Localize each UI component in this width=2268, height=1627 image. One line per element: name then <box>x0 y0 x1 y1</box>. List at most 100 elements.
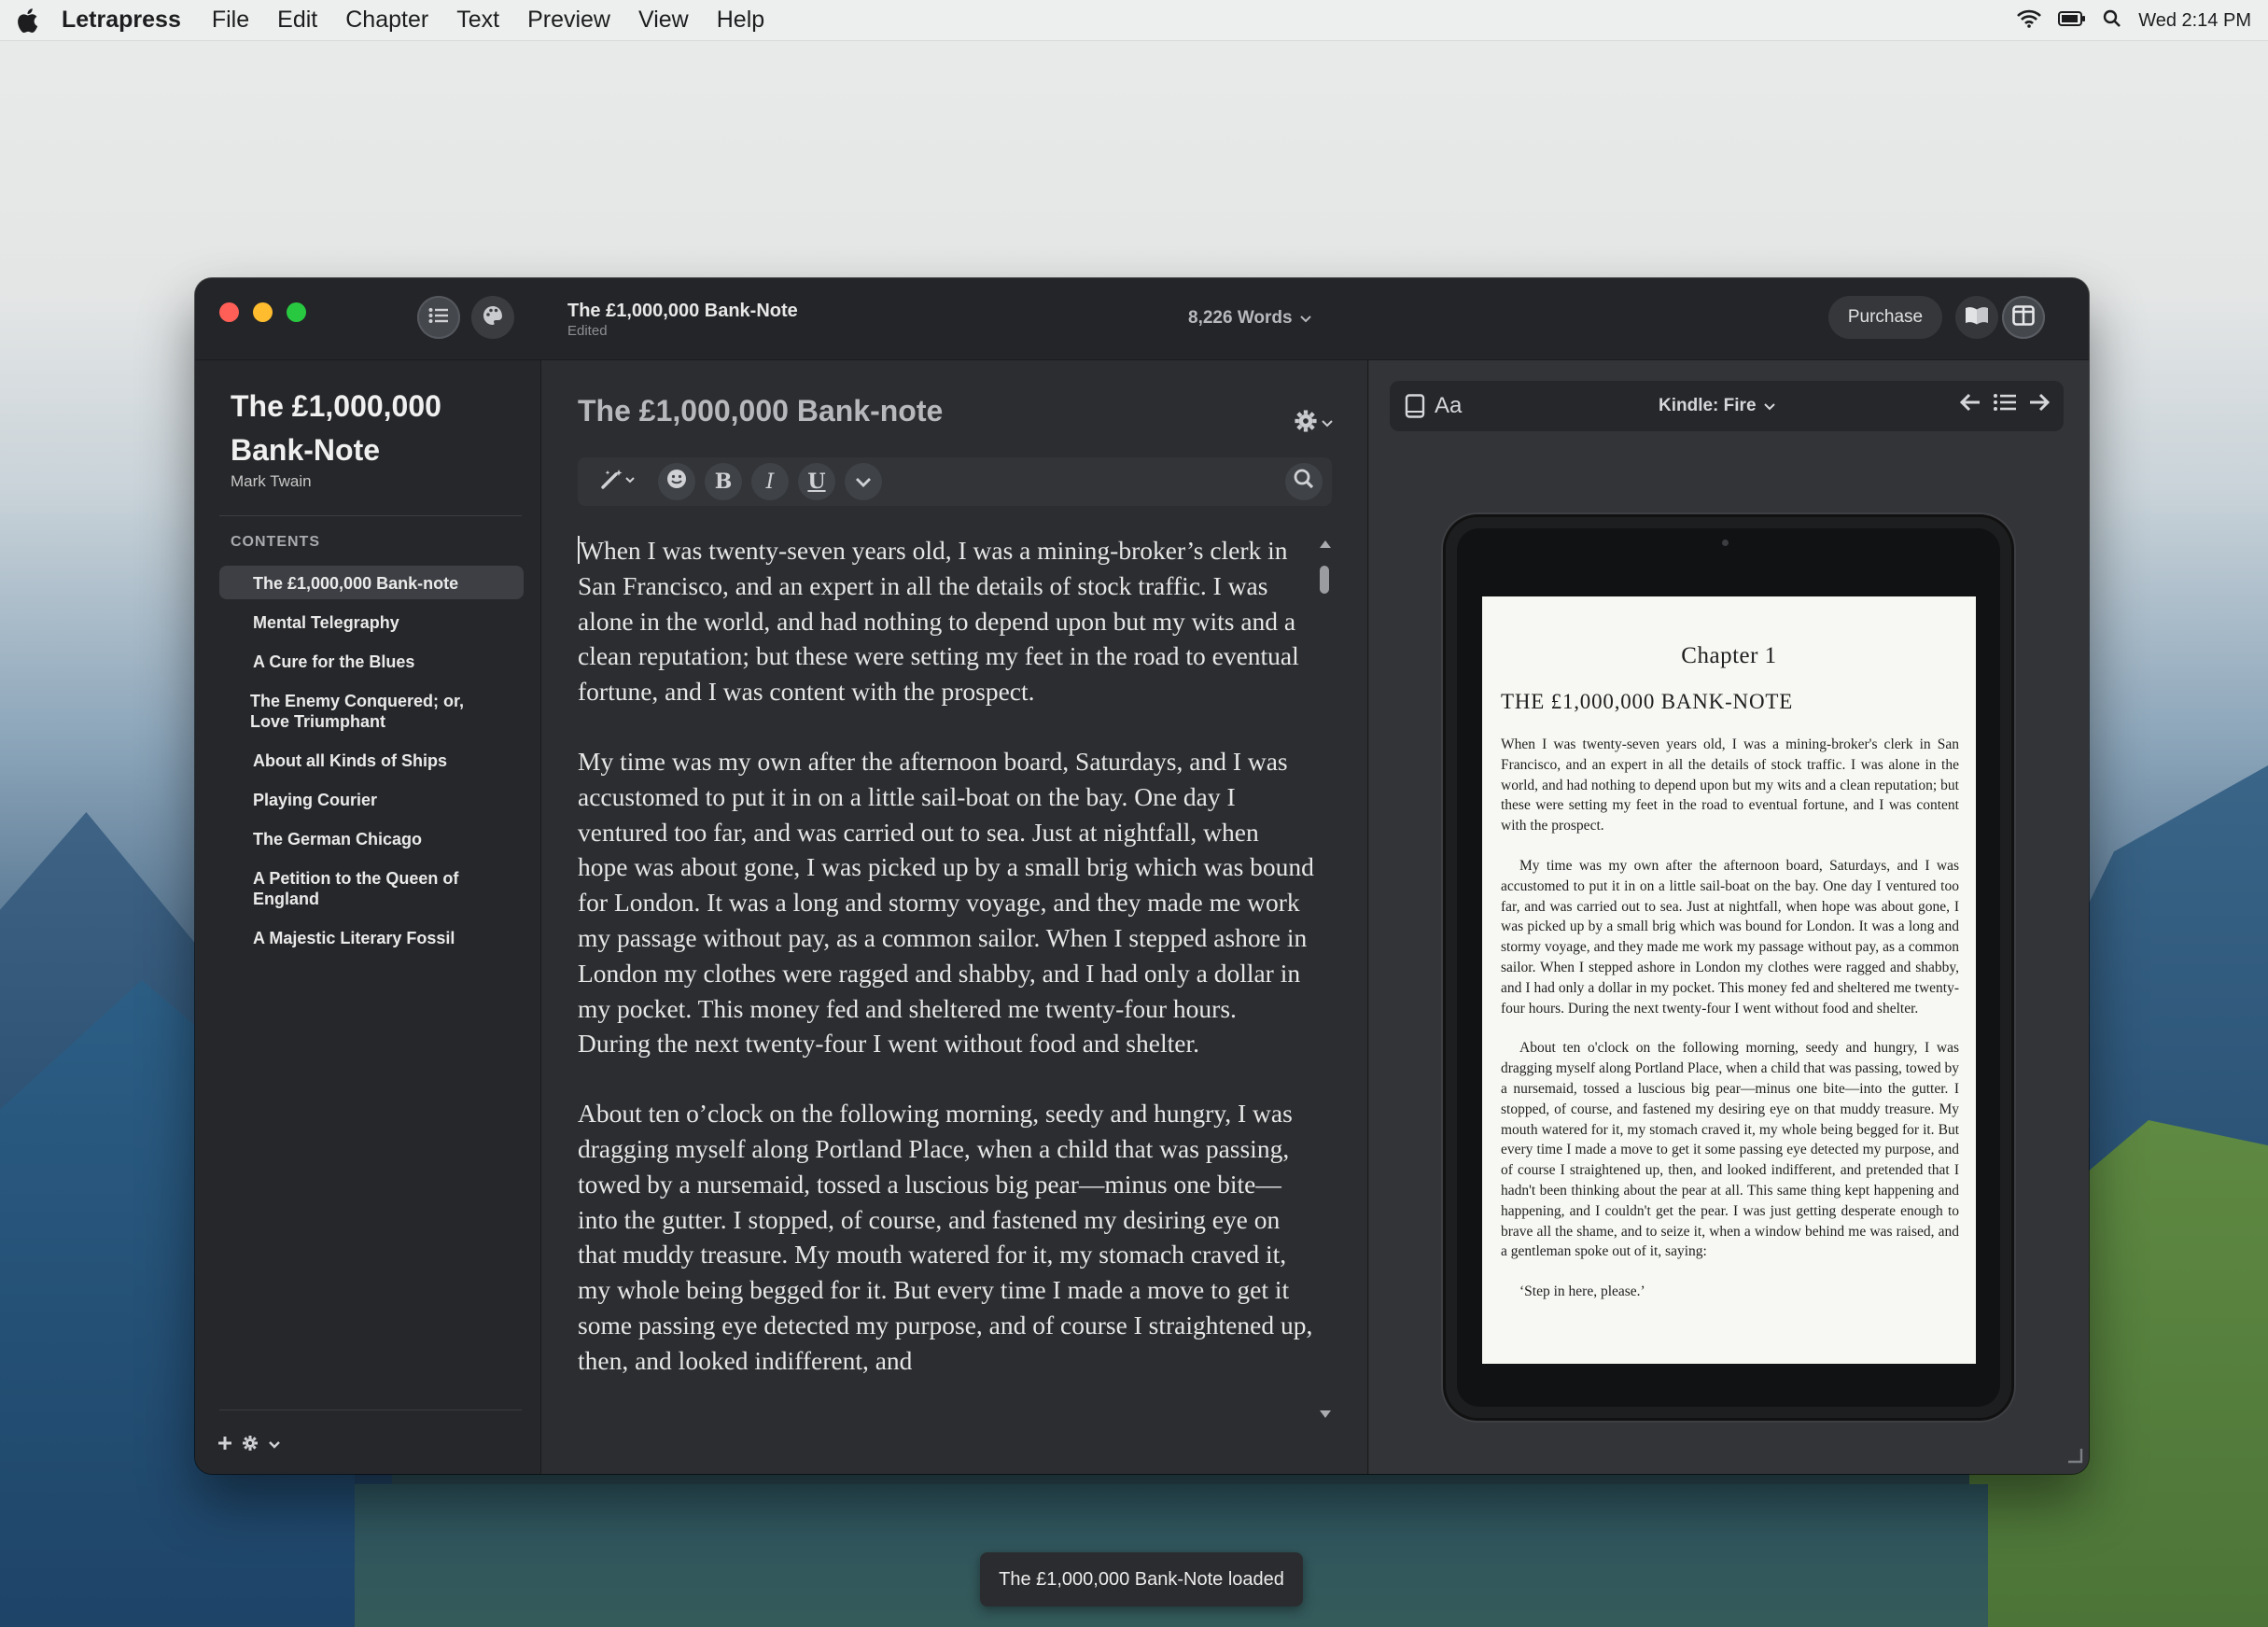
menu-file[interactable]: File <box>212 7 249 34</box>
tablet-device-icon[interactable] <box>1405 394 1425 418</box>
open-book-icon <box>1965 306 1989 330</box>
chapter-settings-menu[interactable] <box>1294 409 1333 438</box>
title-bar: The £1,000,000 Bank-Note Edited 8,226 Wo… <box>195 278 2089 360</box>
italic-button[interactable]: I <box>751 463 789 500</box>
menu-view[interactable]: View <box>638 7 689 34</box>
chapter-item[interactable]: A Cure for the Blues <box>219 644 524 678</box>
page-chapter-number: Chapter 1 <box>1681 643 1777 668</box>
list-icon <box>428 307 449 329</box>
preview-toolbar: Aa Kindle: Fire <box>1390 381 2064 431</box>
preview-navigation <box>1959 392 2051 417</box>
camera-dot <box>1722 540 1729 546</box>
apple-logo-icon[interactable] <box>15 7 39 35</box>
book-author[interactable]: Mark Twain <box>231 472 312 491</box>
find-button[interactable] <box>1285 463 1323 500</box>
magic-wand-menu[interactable] <box>587 463 649 500</box>
scroll-up-arrow-icon[interactable] <box>1318 538 1333 554</box>
chapter-item[interactable]: About all Kinds of Ships <box>219 743 524 777</box>
theme-button[interactable] <box>471 296 514 339</box>
list-icon[interactable] <box>1993 393 2017 416</box>
split-view-button[interactable] <box>2002 296 2045 339</box>
page-paragraph: About ten o'clock on the following morni… <box>1501 1040 1959 1260</box>
chapter-item[interactable]: The Enemy Conquered; or, Love Triumphant <box>219 683 524 737</box>
scrollbar-thumb[interactable] <box>1320 566 1329 594</box>
chapter-list: The £1,000,000 Bank-note Mental Telegrap… <box>219 566 524 960</box>
toggle-contents-button[interactable] <box>417 296 460 339</box>
page-paragraph: My time was my own after the afternoon b… <box>1501 857 1959 1017</box>
split-layout-icon <box>2012 304 2035 330</box>
document-status: Edited <box>567 323 608 339</box>
book-title[interactable]: The £1,000,000 Bank-Note <box>231 385 492 472</box>
emoji-button[interactable] <box>658 463 695 500</box>
menu-help[interactable]: Help <box>717 7 764 34</box>
menu-text[interactable]: Text <box>456 7 499 34</box>
app-window: The £1,000,000 Bank-Note Edited 8,226 Wo… <box>195 278 2089 1474</box>
chevron-down-icon[interactable] <box>268 1438 281 1454</box>
chevron-down-icon <box>855 470 872 494</box>
battery-icon[interactable] <box>2058 10 2086 31</box>
page-chapter-title: THE £1,000,000 BANK-NOTE <box>1501 690 1794 713</box>
word-count-label: 8,226 Words <box>1188 308 1293 328</box>
search-icon <box>1293 468 1315 496</box>
chapter-item[interactable]: The German Chicago <box>219 821 524 855</box>
manuscript-paragraph: My time was my own after the afternoon b… <box>578 746 1314 1059</box>
manuscript-paragraph: About ten o’clock on the following morni… <box>578 1099 1313 1375</box>
page-paragraph: When I was twenty-seven years old, I was… <box>1501 736 1959 835</box>
chapter-title-field[interactable]: The £1,000,000 Bank-note <box>578 394 943 428</box>
menu-app-name[interactable]: Letrapress <box>62 7 181 34</box>
device-selector[interactable]: Kindle: Fire <box>1659 396 1775 416</box>
contents-heading: CONTENTS <box>231 534 320 550</box>
arrow-left-icon[interactable] <box>1959 392 1981 417</box>
menubar-clock[interactable]: Wed 2:14 PM <box>2138 10 2251 32</box>
zoom-window-button[interactable] <box>287 302 306 322</box>
chapter-item[interactable]: A Petition to the Queen of England <box>219 861 524 915</box>
arrow-right-icon[interactable] <box>2028 392 2051 417</box>
book-view-button[interactable] <box>1955 296 1998 339</box>
menu-bar: Letrapress File Edit Chapter Text Previe… <box>0 0 2268 41</box>
scroll-down-arrow-icon[interactable] <box>1318 1408 1333 1424</box>
add-chapter-icon[interactable] <box>217 1436 232 1455</box>
underline-button[interactable]: U <box>798 463 835 500</box>
format-toolbar: B I U <box>578 457 1332 506</box>
page-paragraph: ‘Step in here, please.’ <box>1519 1283 1645 1300</box>
chapter-item[interactable]: Mental Telegraphy <box>219 605 524 638</box>
kindle-fire-device-frame: Chapter 1 THE £1,000,000 BANK-NOTE When … <box>1446 517 2011 1418</box>
purchase-button[interactable]: Purchase <box>1828 296 1942 339</box>
sidebar-actions <box>217 1435 281 1456</box>
editor-pane: The £1,000,000 Bank-note B I U When I wa… <box>541 360 1368 1474</box>
spotlight-search-icon[interactable] <box>2103 9 2121 33</box>
manuscript-text-area[interactable]: When I was twenty-seven years old, I was… <box>578 533 1315 1429</box>
chapter-item[interactable]: The £1,000,000 Bank-note <box>219 566 524 599</box>
palette-icon <box>483 305 503 330</box>
chapter-item[interactable]: Playing Courier <box>219 782 524 816</box>
bold-button[interactable]: B <box>705 463 742 500</box>
preview-pane: Aa Kindle: Fire Chapter 1 THE £1,000,000… <box>1369 360 2089 1474</box>
menu-preview[interactable]: Preview <box>527 7 610 34</box>
chevron-down-icon <box>1322 415 1333 432</box>
ebook-page[interactable]: Chapter 1 THE £1,000,000 BANK-NOTE When … <box>1482 596 1976 1364</box>
gear-icon[interactable] <box>242 1435 259 1456</box>
more-formatting-button[interactable] <box>845 463 882 500</box>
paragraph-text: When I was twenty-seven years old, I was… <box>578 536 1299 707</box>
minimize-window-button[interactable] <box>253 302 273 322</box>
chapter-item[interactable]: A Majestic Literary Fossil <box>219 920 524 954</box>
word-count-menu[interactable]: 8,226 Words <box>1188 308 1311 329</box>
document-title: The £1,000,000 Bank-Note <box>567 301 798 321</box>
status-toast: The £1,000,000 Bank-Note loaded <box>980 1552 1303 1606</box>
smiley-icon <box>665 468 688 496</box>
editor-scrollbar[interactable] <box>1316 538 1335 1424</box>
menu-chapter[interactable]: Chapter <box>345 7 428 34</box>
manuscript-paragraph: When I was twenty-seven years old, I was… <box>578 533 1315 709</box>
resize-handle-icon[interactable] <box>2065 1445 2083 1468</box>
close-window-button[interactable] <box>219 302 239 322</box>
typography-button[interactable]: Aa <box>1435 393 1462 419</box>
gear-icon <box>1294 409 1318 438</box>
menu-edit[interactable]: Edit <box>277 7 317 34</box>
divider <box>219 515 522 516</box>
page-body: When I was twenty-seven years old, I was… <box>1501 735 1959 1302</box>
chevron-down-icon <box>1299 308 1311 329</box>
magic-wand-icon <box>600 468 636 496</box>
contents-sidebar: The £1,000,000 Bank-Note Mark Twain CONT… <box>195 360 541 1474</box>
device-label: Kindle: Fire <box>1659 396 1757 415</box>
wifi-icon[interactable] <box>2017 9 2042 33</box>
